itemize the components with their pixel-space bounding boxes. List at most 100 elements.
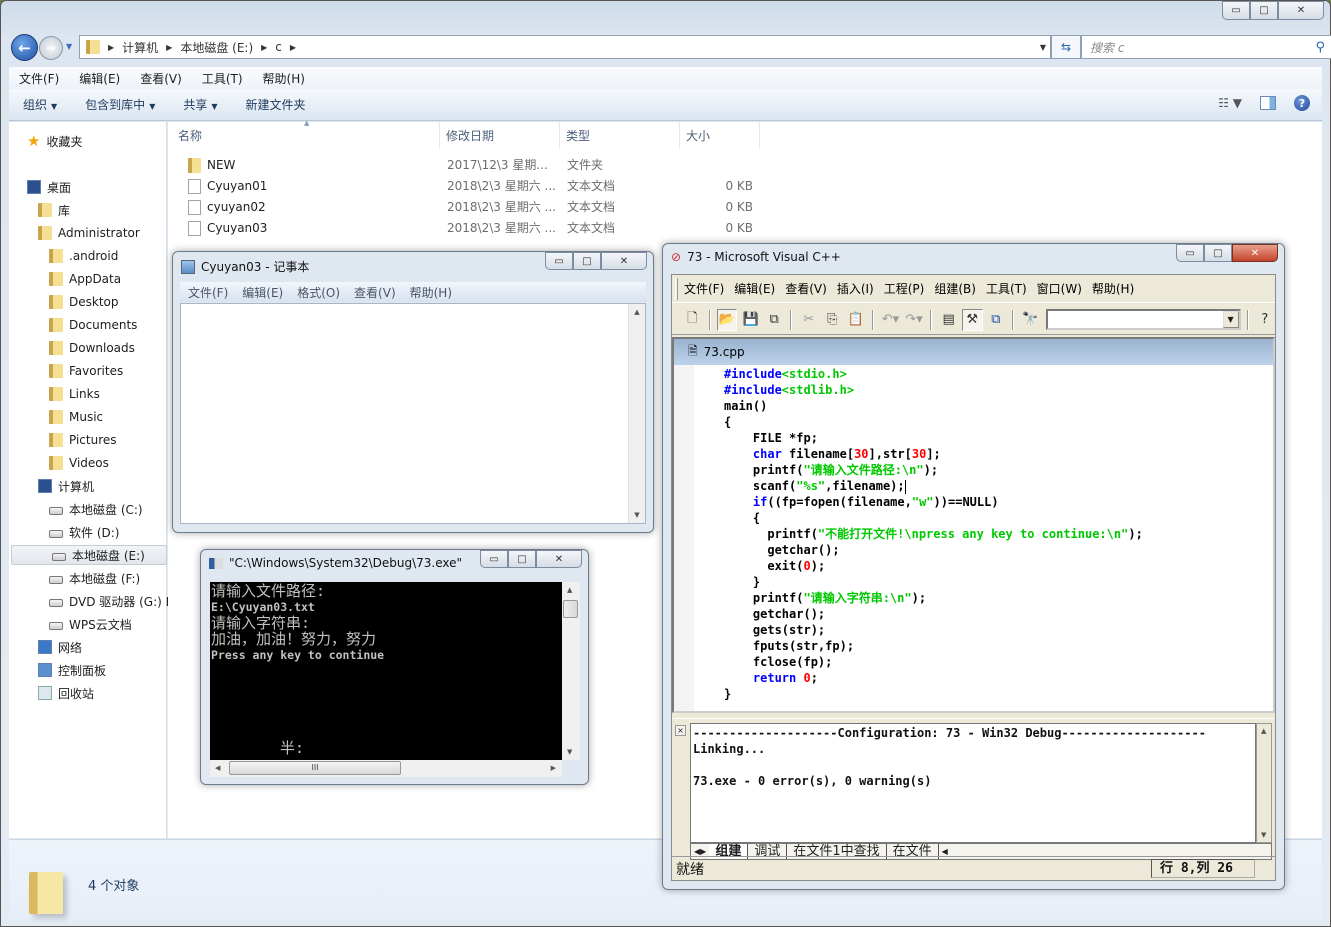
nav-drive[interactable]: DVD 驱动器 (G:) I (49, 591, 169, 611)
menu-help[interactable]: 帮助(H) (253, 70, 315, 87)
menu-file[interactable]: 文件(F) (188, 284, 228, 301)
toolbar-grip[interactable] (675, 278, 678, 300)
nav-drive[interactable]: 本地磁盘 (C:) (49, 499, 143, 519)
build-output[interactable]: --------------------Configuration: 73 - … (690, 723, 1256, 843)
nav-user-folder[interactable]: Downloads (49, 338, 135, 358)
menu-build[interactable]: 组建(B) (934, 280, 976, 297)
search-icon[interactable]: ⚲ (1315, 40, 1325, 55)
chevron-down-icon[interactable]: ▼ (1222, 311, 1239, 328)
menu-tools[interactable]: 工具(T) (986, 280, 1027, 297)
close-icon[interactable]: × (675, 725, 686, 736)
menu-edit[interactable]: 编辑(E) (242, 284, 283, 301)
file-row[interactable]: cyuyan02 2018\2\3 星期六 ... 文本文档 0 KB (168, 196, 768, 217)
workspace-icon[interactable]: ▤ (938, 309, 959, 331)
scroll-down-icon[interactable]: ▼ (1261, 831, 1266, 839)
new-file-icon[interactable]: 🗋 (682, 309, 703, 331)
menu-file[interactable]: 文件(F) (9, 70, 69, 87)
nav-library[interactable]: 库 (38, 200, 70, 220)
maximize-button[interactable]: □ (1250, 1, 1278, 20)
preview-pane-icon[interactable] (1260, 96, 1276, 110)
find-in-files-icon[interactable]: 🔭 (1020, 309, 1041, 331)
vertical-scrollbar[interactable]: ▲ ▼ (628, 304, 645, 523)
scroll-right-icon[interactable]: ▶ (551, 764, 556, 772)
code-editor[interactable]: #include<stdio.h> #include<stdlib.h> mai… (674, 365, 1273, 711)
menu-view[interactable]: 查看(V) (130, 70, 192, 87)
menu-view[interactable]: 查看(V) (785, 280, 827, 297)
maximize-button[interactable]: □ (508, 550, 536, 568)
save-icon[interactable]: 💾 (740, 309, 761, 331)
nav-control-panel[interactable]: 控制面板 (38, 660, 106, 680)
maximize-button[interactable]: □ (573, 252, 601, 270)
close-button[interactable]: ✕ (601, 252, 647, 270)
file-row[interactable]: Cyuyan01 2018\2\3 星期六 ... 文本文档 0 KB (168, 175, 768, 196)
nav-user-folder[interactable]: AppData (49, 269, 121, 289)
file-row[interactable]: NEW 2017\12\3 星期... 文件夹 (168, 154, 768, 175)
minimize-button[interactable]: ▭ (480, 550, 508, 568)
nav-drive[interactable]: 本地磁盘 (E:) (11, 545, 167, 565)
hscroll-left-icon[interactable]: ◀ (939, 847, 951, 856)
nav-user-folder[interactable]: .android (49, 246, 118, 266)
nav-user-folder[interactable]: Links (49, 384, 100, 404)
view-options-icon[interactable]: ☷ ▼ (1218, 96, 1242, 110)
column-size[interactable]: 大小 (676, 122, 760, 148)
scroll-thumb[interactable]: III (229, 761, 401, 775)
scroll-up-icon[interactable]: ▲ (1261, 727, 1266, 735)
nav-recycle-bin[interactable]: 回收站 (38, 683, 94, 703)
menu-view[interactable]: 查看(V) (354, 284, 396, 301)
tab-scroll-left-icon[interactable]: ◀▶ (691, 847, 709, 856)
nav-favorites[interactable]: ★ 收藏夹 (27, 131, 82, 151)
menu-window[interactable]: 窗口(W) (1037, 280, 1082, 297)
output-icon[interactable]: ⚒ (961, 308, 983, 331)
refresh-button[interactable]: ⇆ (1051, 35, 1081, 59)
scroll-thumb[interactable] (563, 600, 578, 618)
copy-icon[interactable]: ⎘ (822, 309, 843, 331)
close-button[interactable]: ✕ (536, 550, 582, 568)
cut-icon[interactable]: ✂ (798, 309, 819, 331)
scroll-up-icon[interactable]: ▲ (629, 304, 645, 320)
nav-user-folder[interactable]: Music (49, 407, 103, 427)
scroll-down-icon[interactable]: ▼ (567, 748, 572, 756)
address-bar[interactable]: ▶ 计算机 ▶ 本地磁盘 (E:) ▶ c ▶ ▼ (79, 35, 1051, 59)
recent-pages-dropdown[interactable]: ▼ (66, 42, 72, 51)
include-in-library-button[interactable]: 包含到库中 ▼ (71, 96, 169, 113)
search-input[interactable]: 搜索 c ⚲ (1081, 35, 1331, 59)
help-icon[interactable]: ? (1294, 95, 1310, 111)
nav-drive[interactable]: WPS云文档 (49, 614, 132, 634)
save-all-icon[interactable]: ⧉ (764, 309, 785, 331)
nav-network[interactable]: 网络 (38, 637, 82, 657)
minimize-button[interactable]: ▭ (1176, 244, 1204, 262)
paste-icon[interactable]: 📋 (846, 309, 867, 331)
menu-edit[interactable]: 编辑(E) (69, 70, 130, 87)
nav-drive[interactable]: 软件 (D:) (49, 522, 119, 542)
horizontal-scrollbar[interactable]: ◀ III ▶ (210, 760, 562, 777)
find-help-icon[interactable]: ? (1255, 309, 1276, 331)
nav-user-folder[interactable]: Documents (49, 315, 137, 335)
scroll-down-icon[interactable]: ▼ (629, 507, 645, 523)
nav-user[interactable]: Administrator (38, 223, 140, 243)
nav-user-folder[interactable]: Videos (49, 453, 109, 473)
maximize-button[interactable]: □ (1204, 244, 1232, 262)
window-list-icon[interactable]: ⧉ (986, 309, 1007, 331)
chevron-right-icon[interactable]: ▶ (108, 43, 114, 52)
undo-icon[interactable]: ↶▾ (880, 309, 901, 331)
menu-tools[interactable]: 工具(T) (192, 70, 253, 87)
column-name[interactable]: 名称 ▲ (168, 119, 440, 148)
column-date[interactable]: 修改日期 (436, 122, 560, 148)
back-button[interactable]: ← (11, 34, 38, 61)
nav-user-folder[interactable]: Desktop (49, 292, 119, 312)
open-folder-icon[interactable]: 📂 (716, 308, 738, 331)
chevron-right-icon[interactable]: ▶ (261, 43, 267, 52)
minimize-button[interactable]: ▭ (545, 252, 573, 270)
forward-button[interactable]: → (39, 36, 63, 60)
menu-insert[interactable]: 插入(I) (837, 280, 874, 297)
menu-help[interactable]: 帮助(H) (410, 284, 452, 301)
nav-desktop[interactable]: 桌面 (27, 177, 71, 197)
minimize-button[interactable]: ▭ (1222, 1, 1250, 20)
breadcrumb-computer[interactable]: 计算机 (122, 39, 158, 56)
breadcrumb-drive[interactable]: 本地磁盘 (E:) (180, 39, 253, 56)
menu-format[interactable]: 格式(O) (297, 284, 340, 301)
breadcrumb-folder[interactable]: c (275, 40, 282, 54)
file-row[interactable]: Cyuyan03 2018\2\3 星期六 ... 文本文档 0 KB (168, 217, 768, 238)
scroll-up-icon[interactable]: ▲ (567, 586, 572, 594)
organize-button[interactable]: 组织 ▼ (9, 96, 71, 113)
